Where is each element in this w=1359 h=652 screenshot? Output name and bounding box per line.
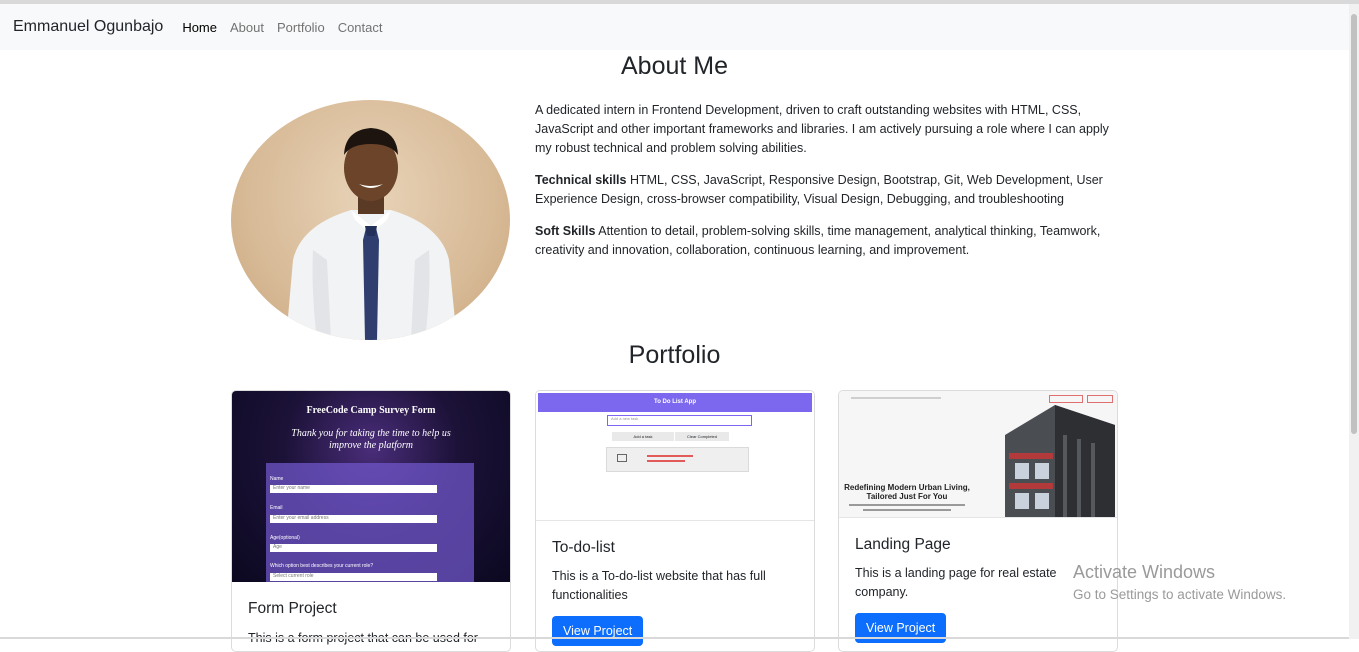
thumb-form-heading: FreeCode Camp Survey Form: [306, 405, 436, 416]
thumb-todo-add-button: Add a task: [612, 432, 674, 441]
thumb-todo-header: To Do List App: [538, 393, 812, 412]
project-card-form: FreeCode Camp Survey Form Thank you for …: [231, 390, 511, 652]
thumb-todo-task-box: [606, 447, 749, 472]
technical-skills-label: Technical skills: [535, 173, 627, 187]
nav-link-portfolio[interactable]: Portfolio: [277, 20, 325, 35]
card-text: This is a To-do-list website that has fu…: [552, 569, 766, 602]
thumb-todo-clear-button: Clear Completed: [675, 432, 729, 441]
thumb-landing-subtext: [849, 504, 965, 506]
todo-project-screenshot: To Do List App Add a new task Add a task…: [536, 391, 814, 521]
card-title: Form Project: [248, 600, 337, 617]
soft-skills-text: Attention to detail, problem-solving ski…: [535, 224, 1101, 257]
thumb-field-label: Which option best describes your current…: [270, 563, 374, 569]
watermark-line-1: Activate Windows: [1073, 562, 1216, 582]
thumb-todo-item-text: [647, 455, 693, 457]
card-title: Landing Page: [855, 536, 951, 553]
thumb-todo-item-icon: [617, 454, 627, 462]
thumb-field-label: Email: [270, 505, 283, 511]
thumb-field-label: Age(optional): [270, 535, 300, 541]
nav-link-home[interactable]: Home: [182, 20, 217, 35]
thumb-landing-building: [1005, 405, 1115, 517]
project-card-todo: To Do List App Add a new task Add a task…: [535, 390, 815, 652]
thumb-landing-nav: [851, 397, 941, 399]
nav-link-contact[interactable]: Contact: [338, 20, 383, 35]
project-card-landing: Redefining Modern Urban Living, Tailored…: [838, 390, 1118, 652]
form-project-screenshot: FreeCode Camp Survey Form Thank you for …: [232, 391, 510, 582]
thumb-field-input: Enter your name: [270, 485, 437, 493]
thumb-landing-nav-button: [1049, 395, 1083, 403]
scrollbar-thumb[interactable]: [1351, 14, 1357, 434]
thumb-landing-nav-button: [1087, 395, 1113, 403]
card-title: To-do-list: [552, 539, 615, 556]
thumb-field-input: Select current role: [270, 573, 437, 581]
about-intro: A dedicated intern in Frontend Developme…: [535, 103, 1109, 155]
activate-windows-watermark: Activate Windows Go to Settings to activ…: [1073, 562, 1286, 602]
thumb-landing-headline-1: Redefining Modern Urban Living,: [844, 483, 970, 492]
about-text: A dedicated intern in Frontend Developme…: [535, 101, 1125, 273]
thumb-form-panel: Name Enter your name Email Enter your em…: [266, 463, 474, 582]
thumb-landing-headline-2: Tailored Just For You: [866, 492, 948, 501]
profile-photo-illustration: [286, 128, 457, 340]
landing-project-screenshot: Redefining Modern Urban Living, Tailored…: [839, 391, 1117, 518]
navbar-brand[interactable]: Emmanuel Ogunbajo: [13, 18, 163, 36]
thumb-field-input: Enter your email address: [270, 515, 437, 523]
profile-photo: [231, 100, 510, 340]
card-text: This is a landing page for real estate c…: [855, 566, 1057, 599]
thumb-field-label: Name: [270, 476, 284, 482]
thumb-form-subtitle-1: Thank you for taking the time to help us: [291, 428, 451, 439]
thumb-landing-subtext: [863, 509, 951, 511]
watermark-line-2: Go to Settings to activate Windows.: [1073, 587, 1287, 602]
soft-skills-label: Soft Skills: [535, 224, 596, 238]
nav-link-about[interactable]: About: [230, 20, 264, 35]
about-soft-skills: Soft Skills Attention to detail, problem…: [535, 222, 1125, 260]
thumb-todo-item-text: [647, 460, 685, 462]
page-scrollbar[interactable]: [1349, 4, 1359, 639]
view-project-button[interactable]: View Project: [552, 616, 644, 646]
navbar: Emmanuel Ogunbajo Home About Portfolio C…: [0, 4, 1349, 50]
thumb-field-input: Age: [270, 544, 437, 552]
portfolio-title: Portfolio: [628, 341, 721, 369]
about-technical-skills: Technical skills HTML, CSS, JavaScript, …: [535, 171, 1125, 209]
thumb-form-subtitle-2: improve the platform: [328, 440, 414, 451]
about-title: About Me: [620, 52, 728, 80]
thumb-todo-input: Add a new task: [607, 415, 752, 426]
